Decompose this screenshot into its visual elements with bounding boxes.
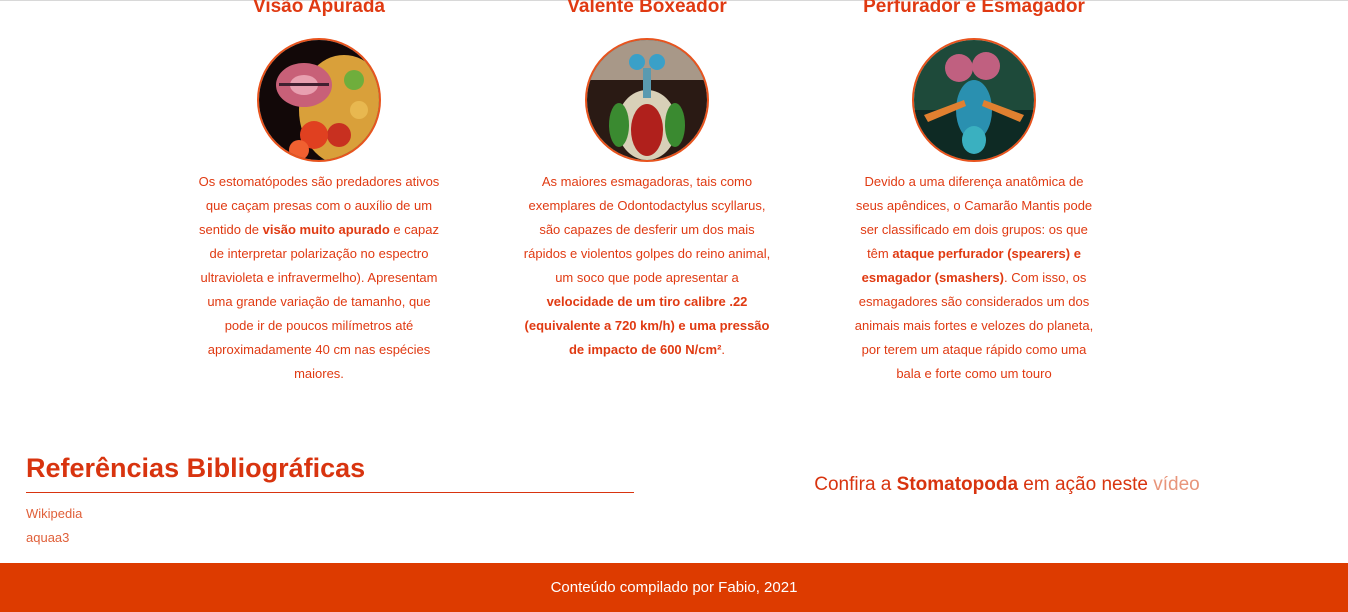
references-section: Referências Bibliográficas Wikipedia aqu…: [26, 452, 634, 550]
feature-card-vision: Visão Apurada Os estomatópodes são preda…: [189, 0, 449, 386]
video-link[interactable]: vídeo: [1153, 474, 1199, 495]
reference-link-aquaa3[interactable]: aquaa3: [26, 526, 634, 550]
card-description: As maiores esmagadoras, tais como exempl…: [523, 174, 771, 357]
references-heading: Referências Bibliográficas: [26, 453, 366, 483]
page-footer: Conteúdo compilado por Fabio, 2021: [0, 563, 1348, 612]
card-title: Visão Apurada: [253, 0, 385, 17]
card-image-shrimp-colorful: [912, 38, 1036, 162]
reference-link-wikipedia[interactable]: Wikipedia: [26, 502, 634, 526]
card-description: Devido a uma diferença anatômica de seus…: [854, 174, 1094, 381]
video-callout: Confira a Stomatopoda em ação neste víde…: [814, 474, 1200, 495]
card-description: Os estomatópodes são predadores ativos q…: [198, 174, 440, 381]
references-divider: [26, 492, 634, 493]
card-image-shrimp-front: [585, 38, 709, 162]
feature-card-spearer-smasher: Perfurador e Esmagador Devido a uma dife…: [844, 0, 1104, 386]
footer-credit: Conteúdo compilado por Fabio, 2021: [550, 579, 798, 596]
card-title: Valente Boxeador: [567, 0, 727, 17]
feature-card-boxer: Valente Boxeador As maiores esmagadoras,…: [517, 0, 777, 362]
card-title: Perfurador e Esmagador: [863, 0, 1085, 17]
card-image-eye: [257, 38, 381, 162]
